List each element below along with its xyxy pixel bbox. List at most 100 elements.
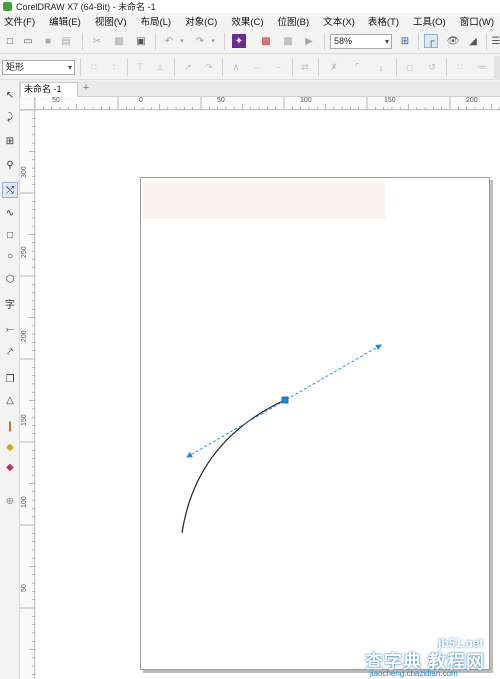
smooth-node-icon[interactable]: ⌢: [250, 61, 264, 74]
new-document-icon[interactable]: □: [3, 34, 17, 48]
close-curve-icon[interactable]: ↺: [425, 61, 439, 74]
crop-tool-icon[interactable]: ⊞: [2, 133, 18, 149]
toolbar-separator: [396, 59, 397, 76]
artistic-media-tool-icon[interactable]: ∿: [2, 205, 18, 221]
add-tab-button[interactable]: +: [80, 83, 92, 95]
interactive-fill-tool-icon[interactable]: ◆: [2, 439, 18, 455]
smart-fill-tool-icon[interactable]: ◆: [2, 459, 18, 475]
elastic-mode-icon[interactable]: ≔: [475, 61, 489, 74]
menu-item-8[interactable]: 表格(T): [368, 14, 399, 28]
menu-item-7[interactable]: 文本(X): [323, 14, 355, 28]
curve-node-handle[interactable]: [281, 396, 289, 404]
delete-node-icon[interactable]: ∶: [107, 61, 121, 74]
ruler-label: 50: [217, 97, 225, 104]
snap-to-icon[interactable]: ◢: [466, 34, 480, 48]
toolbar-separator: [324, 33, 325, 50]
vertical-ruler[interactable]: 300 250 200 150 100 50: [20, 110, 35, 679]
color-eyedropper-tool-icon[interactable]: ❙: [2, 418, 18, 434]
vertical-ruler-ticks: [20, 110, 35, 675]
menu-item-9[interactable]: 工具(O): [413, 14, 446, 28]
standard-toolbar: □ ▭ ■ ▤ ✂ ▩ ▣ ↶ ▾ ↷ ▾ ✦ ▩ ▩ ▶ 58% ▾ ⊞ ┌ …: [0, 29, 500, 54]
print-icon[interactable]: ▤: [59, 34, 73, 48]
stretch-nodes-icon[interactable]: ↕: [374, 61, 388, 74]
redo-icon[interactable]: ↷: [193, 34, 207, 48]
menu-item-10[interactable]: 窗口(W): [460, 14, 494, 28]
drawing-canvas[interactable]: [36, 111, 500, 679]
toolbar-separator: [292, 59, 293, 76]
menu-item-5[interactable]: 效果(C): [231, 14, 263, 28]
menu-item-2[interactable]: 视图(V): [95, 14, 127, 28]
to-curve-icon[interactable]: ↷: [202, 61, 216, 74]
pick-tool-icon[interactable]: ↖: [2, 87, 18, 103]
save-icon[interactable]: ■: [41, 34, 55, 48]
text-tool-icon[interactable]: 字: [2, 295, 18, 311]
rectangle-tool-icon[interactable]: □: [2, 227, 18, 243]
reverse-direction-icon[interactable]: ⇄: [298, 61, 312, 74]
freehand-tool-icon[interactable]: ⤭: [2, 182, 18, 198]
toolbar-separator: [80, 59, 81, 76]
zoom-fit-icon[interactable]: ⊞: [398, 34, 412, 48]
publish-pdf-icon[interactable]: ▶: [302, 34, 316, 48]
cusp-node-icon[interactable]: ∧: [229, 61, 243, 74]
zoom-level-select[interactable]: 58% ▾: [330, 34, 392, 49]
cut-icon[interactable]: ✂: [90, 34, 104, 48]
menu-item-6[interactable]: 位图(B): [278, 14, 310, 28]
horizontal-ruler-ticks: [35, 97, 500, 110]
connector-tool-icon[interactable]: ⤤: [2, 344, 18, 360]
export-icon[interactable]: ▩: [281, 34, 295, 48]
toolbar-separator: [155, 33, 156, 50]
shape-tool-icon[interactable]: ⤸: [2, 109, 18, 125]
ellipse-tool-icon[interactable]: ○: [2, 248, 18, 264]
show-rulers-icon[interactable]: 👁: [446, 34, 460, 48]
full-screen-icon[interactable]: ┌: [424, 34, 438, 48]
ruler-label: 150: [21, 414, 28, 426]
toolbar-separator: [446, 59, 447, 76]
undo-icon[interactable]: ↶: [162, 34, 176, 48]
import-icon[interactable]: ▩: [259, 34, 273, 48]
drawing-layer: [181, 344, 382, 534]
extract-subpath-icon[interactable]: ⌜: [350, 61, 364, 74]
bezier-curve[interactable]: [181, 399, 286, 534]
toolbox: ↖ ⤸ ⊞ ⚲ ⤭ ∿ □ ○ ⬡ 字 ⤚ ⤤ ❐ △ ❙ ◆ ◆ ⊕: [0, 81, 20, 679]
add-node-icon[interactable]: ∷: [87, 61, 101, 74]
extend-curve-icon[interactable]: ✗: [327, 61, 341, 74]
to-line-icon[interactable]: ↗: [181, 61, 195, 74]
polygon-tool-icon[interactable]: ⬡: [2, 271, 18, 287]
copy-icon[interactable]: ▩: [112, 34, 126, 48]
object-type-select[interactable]: 矩形 ▾: [2, 60, 75, 75]
symmetrical-node-icon[interactable]: ⌣: [271, 61, 285, 74]
zoom-level-value: 58%: [334, 36, 353, 46]
document-tabs: 未命名 -1 +: [20, 81, 500, 97]
menu-item-0[interactable]: 文件(F): [4, 14, 35, 28]
ruler-label: 300: [21, 166, 28, 178]
window-title: CorelDRAW X7 (64-Bit) - 未命名 -1: [16, 2, 156, 12]
horizontal-ruler[interactable]: 50 0 50 100 150 200: [35, 97, 500, 110]
tab-document[interactable]: 未命名 -1: [20, 82, 78, 97]
redo-dropdown-icon[interactable]: ▾: [206, 34, 220, 48]
align-nodes-icon[interactable]: ∷: [453, 61, 467, 74]
parallel-dimension-tool-icon[interactable]: ⤚: [2, 321, 18, 337]
options-icon[interactable]: ☰: [489, 34, 500, 48]
ruler-label: 50: [52, 97, 60, 104]
ruler-label: 50: [21, 584, 28, 592]
zoom-tool-icon[interactable]: ⚲: [2, 157, 18, 173]
undo-dropdown-icon[interactable]: ▾: [175, 34, 189, 48]
ruler-label: 200: [466, 97, 478, 104]
toolbar-overflow: [494, 56, 500, 80]
ruler-origin[interactable]: [20, 97, 35, 110]
menu-item-1[interactable]: 编辑(E): [49, 14, 81, 28]
menu-item-4[interactable]: 对象(C): [185, 14, 217, 28]
open-icon[interactable]: ▭: [21, 34, 35, 48]
drop-shadow-tool-icon[interactable]: ❐: [2, 371, 18, 387]
add-tool-icon[interactable]: ⊕: [2, 493, 18, 509]
rotate-nodes-icon[interactable]: □: [403, 61, 417, 74]
ruler-label: 250: [21, 246, 28, 258]
join-nodes-icon[interactable]: ⊤: [133, 61, 147, 74]
search-content-icon[interactable]: ✦: [232, 34, 246, 48]
transparency-tool-icon[interactable]: △: [2, 392, 18, 408]
toolbar-separator: [222, 59, 223, 76]
toolbar-separator: [418, 33, 419, 50]
break-curve-icon[interactable]: ⊥: [153, 61, 167, 74]
menu-item-3[interactable]: 布局(L): [140, 14, 171, 28]
paste-icon[interactable]: ▣: [134, 34, 148, 48]
